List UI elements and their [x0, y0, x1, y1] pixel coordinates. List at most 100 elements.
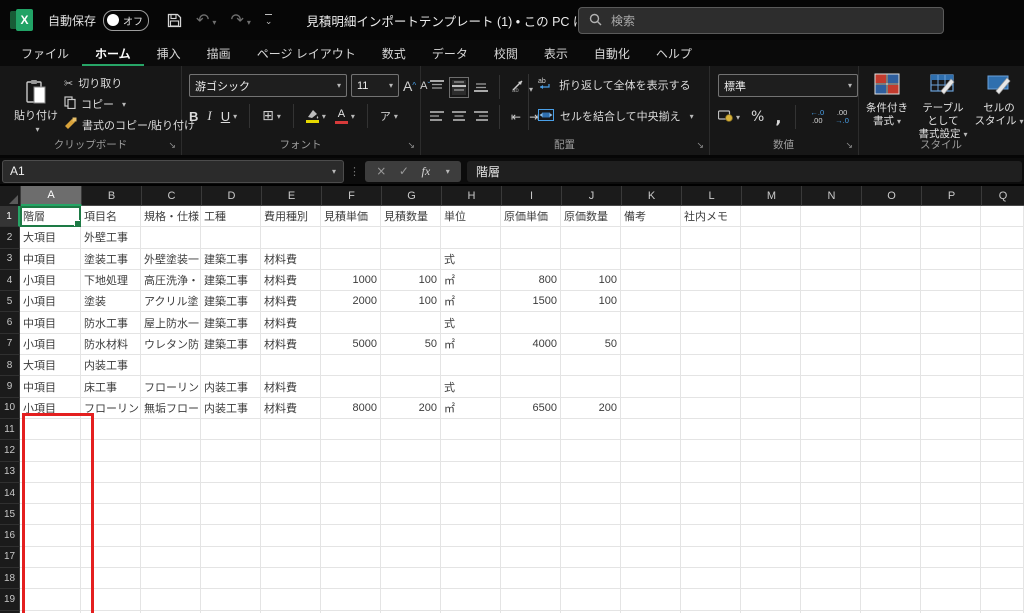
cell-P3[interactable]: [921, 248, 981, 270]
cell-I9[interactable]: [501, 376, 561, 398]
cell-C10[interactable]: 無垢フロー: [141, 397, 201, 419]
decrease-indent-icon[interactable]: ⇤: [511, 110, 521, 124]
cell-D16[interactable]: [201, 525, 261, 547]
cell-Q1[interactable]: [981, 206, 1024, 228]
cell-Q14[interactable]: [981, 482, 1024, 505]
cell-Q6[interactable]: [981, 312, 1024, 334]
cell-D19[interactable]: [201, 589, 261, 611]
cell-N13[interactable]: [801, 461, 861, 483]
cell-C3[interactable]: 外壁塗装一: [141, 248, 201, 270]
column-header-G[interactable]: G: [382, 186, 442, 206]
cell-K13[interactable]: [621, 461, 681, 483]
wrap-text-button[interactable]: ab 折り返して全体を表示する: [538, 77, 691, 93]
cell-C8[interactable]: [141, 355, 201, 377]
cell-J5[interactable]: 100: [561, 291, 621, 313]
cell-Q19[interactable]: [981, 589, 1024, 611]
column-header-H[interactable]: H: [442, 186, 502, 206]
ruby-button[interactable]: ア ▾: [380, 108, 398, 124]
redo-button[interactable]: ↷ ▾: [230, 10, 250, 30]
cell-B8[interactable]: 内装工事: [81, 355, 141, 377]
cell-H3[interactable]: 式: [441, 248, 501, 270]
cell-D14[interactable]: [201, 482, 261, 505]
cell-Q8[interactable]: [981, 355, 1024, 377]
cell-G17[interactable]: [381, 546, 441, 569]
merge-center-button[interactable]: セルを結合して中央揃え ▾: [538, 108, 694, 124]
cell-I12[interactable]: [501, 440, 561, 462]
cell-J11[interactable]: [561, 418, 621, 441]
cell-O7[interactable]: [861, 333, 921, 356]
dialog-launcher-icon[interactable]: ↘: [407, 141, 415, 151]
cell-O13[interactable]: [861, 461, 921, 483]
cell-M15[interactable]: [741, 504, 801, 526]
cell-I19[interactable]: [501, 589, 561, 611]
cell-I11[interactable]: [501, 418, 561, 441]
cell-I3[interactable]: [501, 248, 561, 270]
align-right-icon[interactable]: [474, 110, 488, 125]
enter-icon[interactable]: ✓: [399, 164, 409, 178]
dialog-launcher-icon[interactable]: ↘: [168, 141, 176, 151]
cell-P19[interactable]: [921, 589, 981, 611]
cell-G7[interactable]: 50: [381, 333, 441, 356]
cell-I7[interactable]: 4000: [501, 333, 561, 356]
cell-P11[interactable]: [921, 418, 981, 441]
cell-K18[interactable]: [621, 568, 681, 590]
cell-J17[interactable]: [561, 546, 621, 569]
cell-L17[interactable]: [681, 546, 741, 569]
cell-L3[interactable]: [681, 248, 741, 270]
cell-G16[interactable]: [381, 525, 441, 547]
cell-H15[interactable]: [441, 504, 501, 526]
cell-O11[interactable]: [861, 418, 921, 441]
cell-O8[interactable]: [861, 355, 921, 377]
decrease-decimal-icon[interactable]: .00 →.0: [835, 108, 849, 126]
column-header-A[interactable]: A: [21, 186, 82, 206]
tab-ヘルプ[interactable]: ヘルプ: [643, 40, 705, 66]
cell-Q17[interactable]: [981, 546, 1024, 569]
cell-H10[interactable]: ㎡: [441, 397, 501, 419]
cell-M3[interactable]: [741, 248, 801, 270]
cell-D9[interactable]: 内装工事: [201, 376, 261, 398]
undo-button[interactable]: ↶ ▾: [196, 10, 216, 30]
cell-O12[interactable]: [861, 440, 921, 462]
cell-K4[interactable]: [621, 269, 681, 292]
cell-C12[interactable]: [141, 440, 201, 462]
tab-表示[interactable]: 表示: [531, 40, 581, 66]
font-name-select[interactable]: 游ゴシック ▾: [189, 74, 347, 97]
cell-G4[interactable]: 100: [381, 269, 441, 292]
cell-B12[interactable]: [81, 440, 141, 462]
cell-M4[interactable]: [741, 269, 801, 292]
cell-J8[interactable]: [561, 355, 621, 377]
cell-N1[interactable]: [801, 206, 861, 228]
cell-E3[interactable]: 材料費: [261, 248, 321, 270]
cell-J2[interactable]: [561, 227, 621, 249]
cell-B5[interactable]: 塗装: [81, 291, 141, 313]
cell-D15[interactable]: [201, 504, 261, 526]
cell-Q4[interactable]: [981, 269, 1024, 292]
customize-quick-access-icon[interactable]: ⌄: [264, 13, 273, 27]
tab-校閲[interactable]: 校閲: [481, 40, 531, 66]
cell-H16[interactable]: [441, 525, 501, 547]
paste-button[interactable]: 貼り付け ▾: [12, 74, 60, 138]
cell-M16[interactable]: [741, 525, 801, 547]
cell-M11[interactable]: [741, 418, 801, 441]
cell-C16[interactable]: [141, 525, 201, 547]
cell-A19[interactable]: [20, 589, 81, 611]
cell-M13[interactable]: [741, 461, 801, 483]
cell-O3[interactable]: [861, 248, 921, 270]
cell-C9[interactable]: フローリン: [141, 376, 201, 398]
cell-O15[interactable]: [861, 504, 921, 526]
cell-P7[interactable]: [921, 333, 981, 356]
cell-L18[interactable]: [681, 568, 741, 590]
cell-A2[interactable]: 大項目: [20, 227, 81, 249]
cell-G19[interactable]: [381, 589, 441, 611]
cell-I17[interactable]: [501, 546, 561, 569]
row-header-2[interactable]: 2: [0, 227, 20, 249]
cell-J9[interactable]: [561, 376, 621, 398]
cell-P14[interactable]: [921, 482, 981, 505]
cell-Q9[interactable]: [981, 376, 1024, 398]
cell-E7[interactable]: 材料費: [261, 333, 321, 356]
cell-M17[interactable]: [741, 546, 801, 569]
column-header-O[interactable]: O: [862, 186, 922, 206]
cell-B9[interactable]: 床工事: [81, 376, 141, 398]
row-header-13[interactable]: 13: [0, 461, 20, 483]
cell-A14[interactable]: [20, 482, 81, 505]
